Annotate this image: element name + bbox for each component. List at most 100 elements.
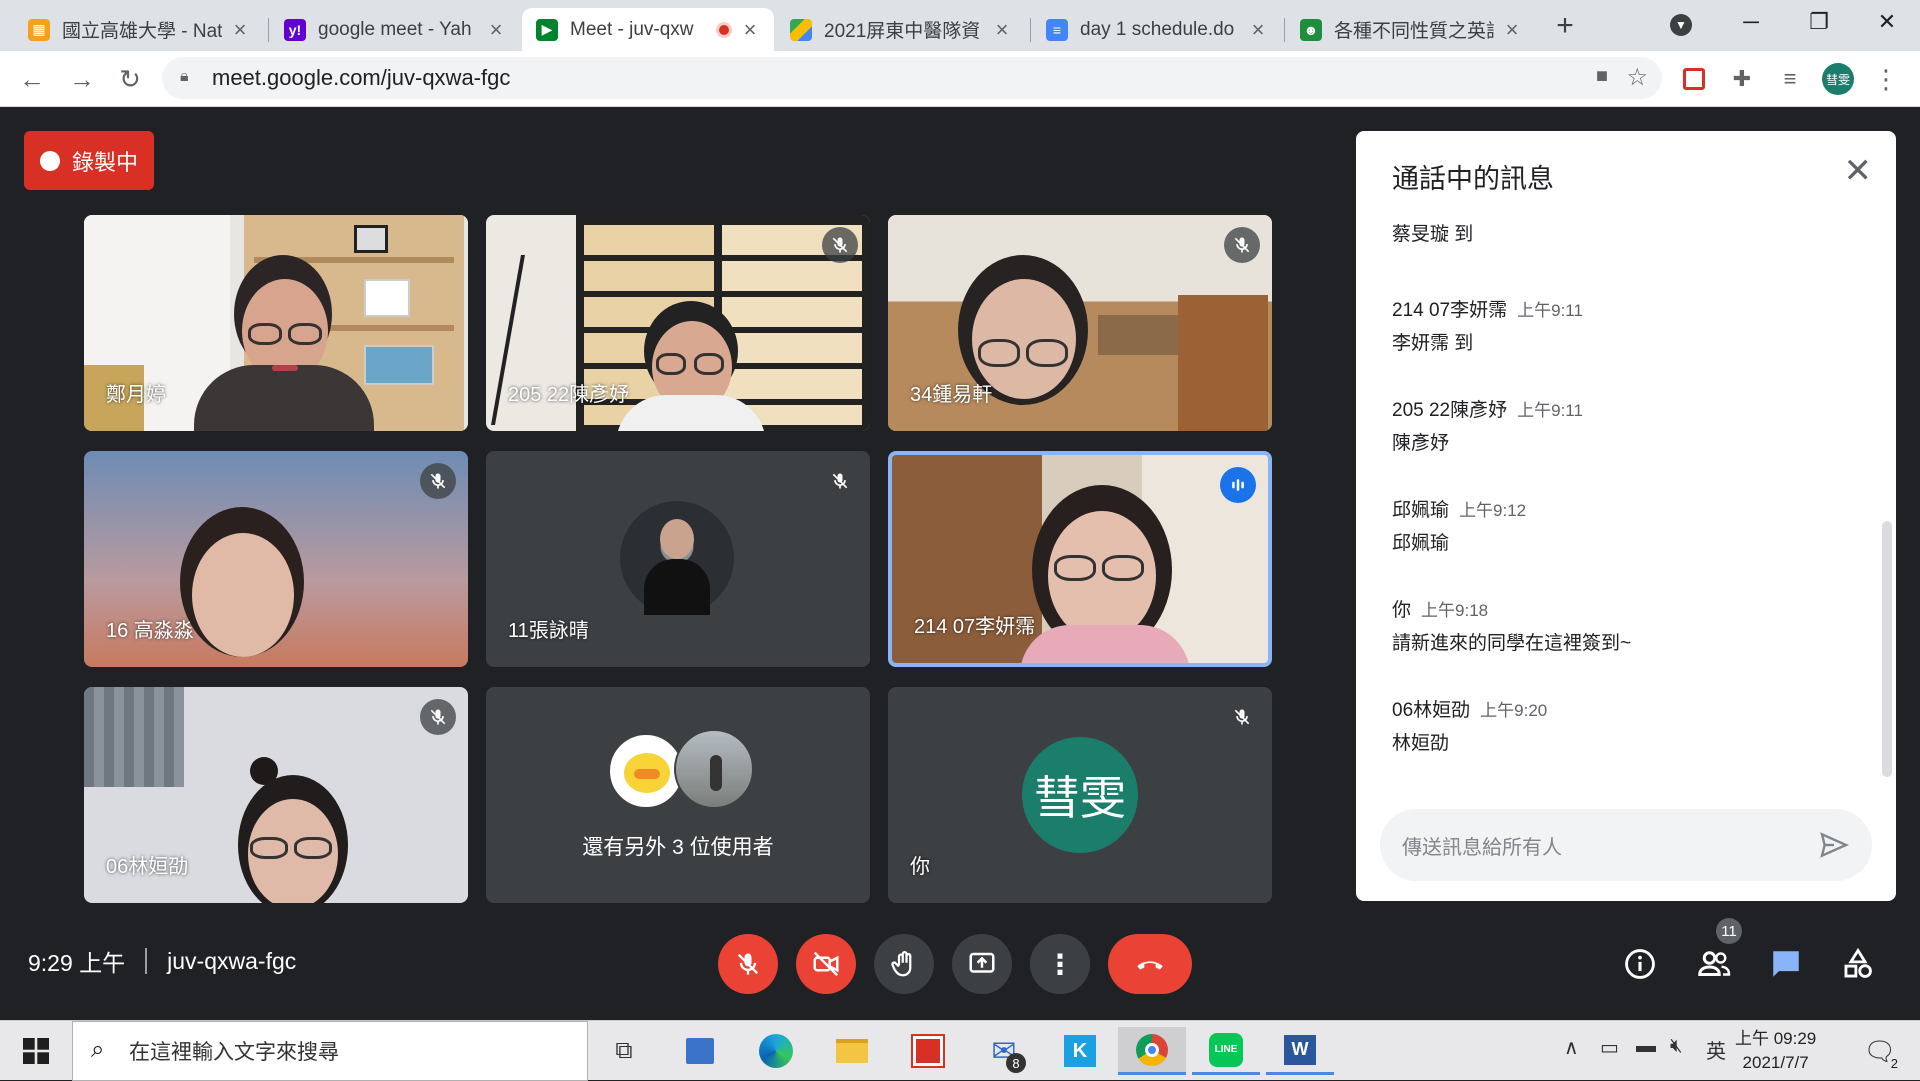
- task-view-icon[interactable]: ⧉: [594, 1027, 654, 1075]
- muted-mic-icon: [420, 699, 456, 735]
- network-icon[interactable]: ▭: [1600, 1035, 1619, 1060]
- drive-favicon: [790, 18, 812, 41]
- close-tab-icon[interactable]: ×: [740, 17, 760, 43]
- profile-avatar[interactable]: 彗雯: [1822, 63, 1854, 95]
- meet-stage: 錄製中 鄭月婷 205 22陳彥妤 34鍾易軒 16 高淼淼 11張詠晴 214…: [0, 107, 1920, 1020]
- participant-tile[interactable]: 11張詠晴: [486, 451, 870, 667]
- tab-search-icon[interactable]: ▼: [1670, 14, 1692, 36]
- close-tab-icon[interactable]: ×: [992, 17, 1012, 43]
- taskbar-search-input[interactable]: ⌕ 在這裡輸入文字來搜尋: [72, 1021, 588, 1081]
- camera-indicator-icon[interactable]: ■: [1596, 65, 1608, 88]
- gift-app-icon[interactable]: [898, 1027, 958, 1075]
- tab-meet[interactable]: ▶ Meet - juv-qxw ×: [522, 8, 774, 51]
- participant-avatar: [620, 501, 734, 615]
- camera-off-icon: [813, 951, 839, 977]
- meeting-details-button[interactable]: [1616, 940, 1664, 988]
- battery-icon[interactable]: ▬: [1636, 1035, 1656, 1058]
- meeting-time: 9:29 上午: [28, 950, 126, 976]
- media-control-icon[interactable]: ≡: [1774, 63, 1806, 95]
- windows-taskbar: ⌕ 在這裡輸入文字來搜尋 ⧉ ✉ 8 K LINE W ∧ ▭ ▬ 🔇︎ 英 上…: [0, 1020, 1920, 1081]
- nuk-favicon: ▦: [28, 18, 50, 41]
- leave-call-button[interactable]: [1108, 934, 1192, 994]
- chat-scrollbar[interactable]: [1882, 521, 1892, 777]
- close-tab-icon[interactable]: ×: [486, 17, 506, 43]
- bookmark-star-icon[interactable]: ☆: [1626, 63, 1648, 92]
- menu-kebab-icon[interactable]: ⋮: [1870, 63, 1902, 95]
- tab-docs[interactable]: ≡ day 1 schedule.do ×: [1032, 8, 1282, 51]
- kebab-icon: ⋮: [1046, 948, 1074, 980]
- close-tab-icon[interactable]: ×: [1502, 17, 1522, 43]
- people-button[interactable]: 11: [1690, 918, 1742, 988]
- activities-shapes-icon: [1844, 947, 1872, 978]
- participant-name: 11張詠晴: [508, 620, 589, 642]
- muted-mic-icon: [420, 463, 456, 499]
- browser-tab-strip: ▦ 國立高雄大學 - Nat × y! google meet - Yah × …: [0, 0, 1920, 51]
- notification-center-icon[interactable]: 🗨︎ 2: [1850, 1027, 1910, 1075]
- meeting-code[interactable]: juv-qxwa-fgc: [167, 948, 296, 975]
- recording-dot-icon: [716, 21, 732, 38]
- start-windows-icon[interactable]: [6, 1027, 66, 1075]
- participant-tile[interactable]: 34鍾易軒: [888, 215, 1272, 431]
- meet-favicon: ▶: [536, 18, 558, 41]
- minimize-icon[interactable]: ─: [1716, 0, 1786, 44]
- tab-drive[interactable]: 2021屏東中醫隊資 ×: [776, 8, 1026, 51]
- info-icon: [1625, 949, 1655, 979]
- reload-icon[interactable]: ↻: [112, 61, 148, 97]
- participant-tile-active-speaker[interactable]: 214 07李妍霈: [888, 451, 1272, 667]
- mic-toggle-button[interactable]: [718, 934, 778, 994]
- volume-muted-icon[interactable]: 🔇︎: [1670, 1035, 1683, 1058]
- edge-icon[interactable]: [746, 1027, 806, 1075]
- chat-input[interactable]: 傳送訊息給所有人: [1380, 809, 1872, 881]
- word-icon[interactable]: W: [1266, 1027, 1334, 1075]
- restore-icon[interactable]: ❐: [1784, 0, 1854, 44]
- extension-shield-icon[interactable]: [1678, 63, 1710, 95]
- participant-tile[interactable]: 06林姮劭: [84, 687, 468, 903]
- address-bar[interactable]: 🔒︎ meet.google.com/juv-qxwa-fgc ■ ☆: [162, 57, 1662, 99]
- recording-badge[interactable]: 錄製中: [24, 131, 154, 190]
- system-clock[interactable]: 上午 09:29 2021/7/7: [1735, 1027, 1816, 1075]
- more-options-button[interactable]: ⋮: [1030, 934, 1090, 994]
- activities-button[interactable]: [1834, 940, 1882, 988]
- chat-message: 205 22陳彥妤 上午9:11 陳彥妤: [1392, 400, 1583, 454]
- self-tile[interactable]: 彗雯 你: [888, 687, 1272, 903]
- close-window-icon[interactable]: ✕: [1852, 0, 1920, 44]
- chrome-icon[interactable]: [1118, 1027, 1186, 1075]
- close-tab-icon[interactable]: ×: [1248, 17, 1268, 43]
- k-app-icon[interactable]: K: [1050, 1027, 1110, 1075]
- duck-avatar: [608, 733, 684, 809]
- ime-indicator[interactable]: 英: [1706, 1035, 1726, 1064]
- participant-count-badge: 11: [1716, 918, 1742, 944]
- close-chat-icon[interactable]: ✕: [1844, 153, 1873, 189]
- participant-tile[interactable]: 鄭月婷: [84, 215, 468, 431]
- mail-badge: 8: [1006, 1053, 1026, 1073]
- extensions-puzzle-icon[interactable]: ✚: [1726, 63, 1758, 95]
- present-screen-button[interactable]: [952, 934, 1012, 994]
- muted-mic-icon: [1224, 227, 1260, 263]
- participant-name: 鄭月婷: [106, 384, 166, 406]
- others-tile[interactable]: 還有另外 3 位使用者: [486, 687, 870, 903]
- classroom-favicon: ☻: [1300, 18, 1322, 41]
- mail-icon[interactable]: ✉ 8: [974, 1027, 1034, 1075]
- search-icon: ⌕: [91, 1036, 105, 1063]
- close-tab-icon[interactable]: ×: [230, 17, 250, 43]
- store-icon[interactable]: [670, 1027, 730, 1075]
- file-explorer-icon[interactable]: [822, 1027, 882, 1075]
- new-tab-button[interactable]: +: [1550, 8, 1580, 44]
- chat-message: 你上午9:18 請新進來的同學在這裡簽到~: [1392, 600, 1632, 654]
- camera-toggle-button[interactable]: [796, 934, 856, 994]
- chat-button[interactable]: [1762, 940, 1810, 988]
- raise-hand-button[interactable]: [874, 934, 934, 994]
- participant-tile[interactable]: 16 高淼淼: [84, 451, 468, 667]
- back-icon[interactable]: ←: [14, 61, 50, 97]
- send-icon[interactable]: [1818, 829, 1850, 861]
- tray-expand-icon[interactable]: ∧: [1564, 1035, 1579, 1060]
- mic-off-icon: [737, 953, 759, 975]
- present-icon: [969, 952, 995, 973]
- line-icon[interactable]: LINE: [1192, 1027, 1260, 1075]
- tab-yahoo[interactable]: y! google meet - Yah ×: [270, 8, 520, 51]
- tab-classroom[interactable]: ☻ 各種不同性質之英語 ×: [1286, 8, 1536, 51]
- participant-tile[interactable]: 205 22陳彥妤: [486, 215, 870, 431]
- tab-nuk[interactable]: ▦ 國立高雄大學 - Nat ×: [14, 8, 264, 51]
- forward-icon[interactable]: →: [64, 61, 100, 97]
- participant-name: 06林姮劭: [106, 856, 189, 878]
